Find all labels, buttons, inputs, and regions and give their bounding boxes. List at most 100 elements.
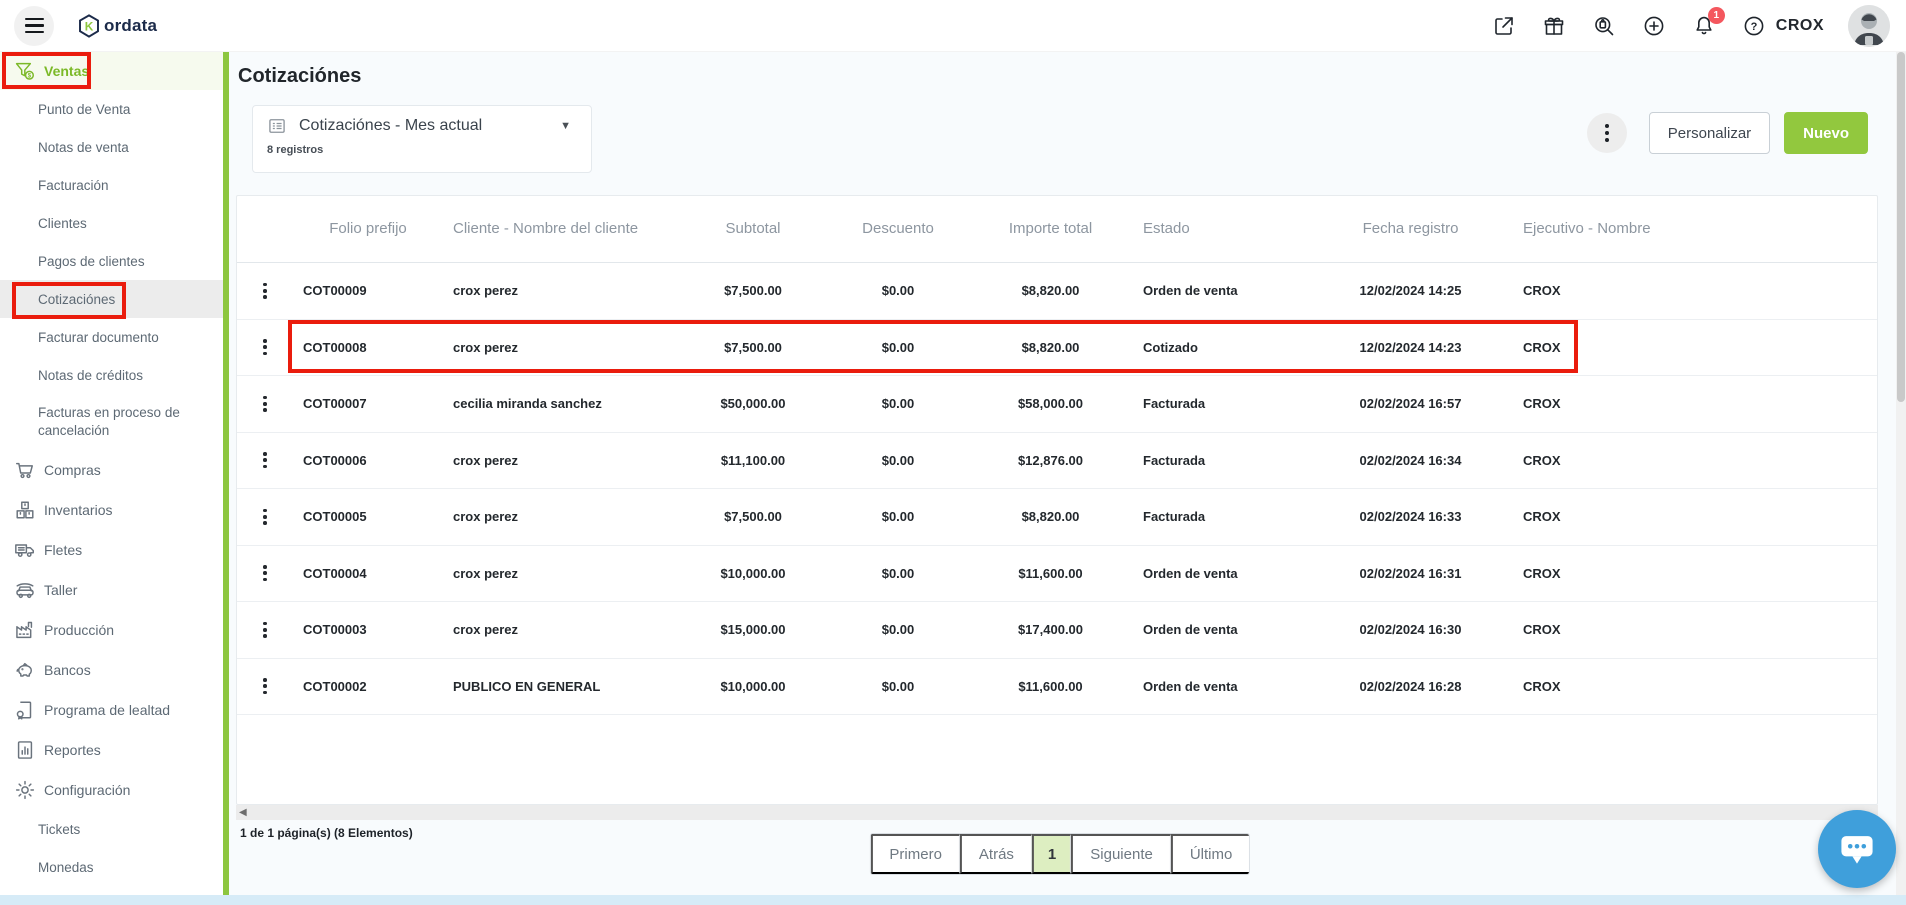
vertical-scrollbar[interactable]: [1896, 52, 1906, 895]
sidebar-item-punto-de-venta[interactable]: Punto de Venta: [0, 90, 223, 128]
sidebar-item-notas-de-creditos[interactable]: Notas de créditos: [0, 356, 223, 394]
cell-estado: Orden de venta: [1133, 679, 1308, 694]
table-row-cot00002[interactable]: COT00002PUBLICO EN GENERAL$10,000.00$0.0…: [237, 659, 1877, 716]
sidebar-item-facturas-en-proceso-de-cancelacion[interactable]: Facturas en proceso de cancelación: [0, 394, 223, 450]
avatar[interactable]: [1848, 5, 1890, 47]
column-header-folio-prefijo[interactable]: Folio prefijo: [293, 219, 443, 239]
chat-icon: [1835, 827, 1879, 871]
report-icon: [14, 739, 36, 761]
funnel-dollar-icon: $: [14, 60, 36, 82]
gear-icon: [14, 779, 36, 801]
sidebar-item-label: Inventarios: [44, 502, 112, 518]
sidebar-item-notas-de-venta[interactable]: Notas de venta: [0, 128, 223, 166]
column-header-fecha-registro[interactable]: Fecha registro: [1308, 219, 1513, 239]
table-row-cot00003[interactable]: COT00003crox perez$15,000.00$0.00$17,400…: [237, 602, 1877, 659]
row-actions-button[interactable]: [237, 678, 293, 694]
sidebar-item-programa-de-lealtad[interactable]: Programa de lealtad: [0, 690, 223, 730]
cell-folio: COT00008: [293, 340, 443, 355]
row-actions-button[interactable]: [237, 509, 293, 525]
row-actions-button[interactable]: [237, 565, 293, 581]
pagination-siguiente[interactable]: Siguiente: [1071, 834, 1171, 874]
help-icon[interactable]: ?: [1742, 14, 1766, 38]
cell-subtotal: $10,000.00: [678, 566, 828, 581]
table-row-cot00008[interactable]: COT00008crox perez$7,500.00$0.00$8,820.0…: [237, 320, 1877, 377]
sidebar-item-label: Facturar documento: [38, 330, 159, 345]
cell-ejecutivo: CROX: [1513, 679, 1877, 694]
cell-importe: $8,820.00: [968, 340, 1133, 355]
table-row-cot00007[interactable]: COT00007cecilia miranda sanchez$50,000.0…: [237, 376, 1877, 433]
scroll-left-arrow-icon[interactable]: ◀: [236, 807, 247, 818]
table-row-cot00006[interactable]: COT00006crox perez$11,100.00$0.00$12,876…: [237, 433, 1877, 490]
sidebar-item-facturar-documento[interactable]: Facturar documento: [0, 318, 223, 356]
horizontal-scrollbar[interactable]: ◀: [236, 805, 1878, 820]
menu-toggle-button[interactable]: [14, 6, 54, 46]
table-row-cot00009[interactable]: COT00009crox perez$7,500.00$0.00$8,820.0…: [237, 263, 1877, 320]
cell-cliente: crox perez: [443, 566, 678, 581]
piggy-icon: [14, 659, 36, 681]
sidebar-item-label: Clientes: [38, 216, 87, 231]
notifications-icon[interactable]: 1: [1692, 14, 1716, 38]
open-in-new-icon[interactable]: [1492, 14, 1516, 38]
table-header-row: Folio prefijoCliente - Nombre del client…: [237, 196, 1877, 263]
cell-descuento: $0.00: [828, 509, 968, 524]
more-options-button[interactable]: [1587, 113, 1627, 153]
truck-icon: [14, 539, 36, 561]
sidebar-item-label: Tickets: [38, 822, 80, 837]
sidebar-item-facturacion[interactable]: Facturación: [0, 166, 223, 204]
sidebar-item-pagos-de-clientes[interactable]: Pagos de clientes: [0, 242, 223, 280]
cell-importe: $8,820.00: [968, 509, 1133, 524]
sidebar-item-inventarios[interactable]: Inventarios: [0, 490, 223, 530]
row-actions-button[interactable]: [237, 452, 293, 468]
column-header-estado[interactable]: Estado: [1133, 219, 1308, 239]
sidebar-item-produccion[interactable]: Producción: [0, 610, 223, 650]
sidebar-item-label: Producción: [44, 622, 114, 638]
cell-cliente: crox perez: [443, 283, 678, 298]
gift-icon[interactable]: [1542, 14, 1566, 38]
brand-logo: K ordata: [76, 13, 157, 39]
sidebar-item-configuracion[interactable]: Configuración: [0, 770, 223, 810]
table-row-cot00004[interactable]: COT00004crox perez$10,000.00$0.00$11,600…: [237, 546, 1877, 603]
pagination-primero[interactable]: Primero: [870, 834, 960, 874]
sidebar-item-taller[interactable]: Taller: [0, 570, 223, 610]
sidebar-item-label: Monedas: [38, 860, 94, 875]
column-header-ejecutivo-nombre[interactable]: Ejecutivo - Nombre: [1513, 219, 1877, 239]
view-selector[interactable]: Cotizaciónes - Mes actual ▼ 8 registros: [252, 105, 592, 173]
cell-fecha: 02/02/2024 16:57: [1308, 396, 1513, 411]
column-header-descuento[interactable]: Descuento: [828, 219, 968, 239]
sidebar-item-ventas[interactable]: $Ventas: [0, 52, 223, 90]
cell-descuento: $0.00: [828, 679, 968, 694]
cell-fecha: 02/02/2024 16:28: [1308, 679, 1513, 694]
sidebar-item-compras[interactable]: Compras: [0, 450, 223, 490]
cell-importe: $8,820.00: [968, 283, 1133, 298]
add-circle-icon[interactable]: [1642, 14, 1666, 38]
sidebar-item-tickets[interactable]: Tickets: [0, 810, 223, 848]
sidebar-item-label: Fletes: [44, 542, 82, 558]
column-header-importe-total[interactable]: Importe total: [968, 219, 1133, 239]
pagination-ultimo[interactable]: Último: [1171, 834, 1250, 874]
sidebar-item-reportes[interactable]: Reportes: [0, 730, 223, 770]
row-actions-button[interactable]: [237, 622, 293, 638]
sidebar-item-monedas[interactable]: Monedas: [0, 848, 223, 886]
pagination-1[interactable]: 1: [1032, 834, 1071, 874]
cell-subtotal: $15,000.00: [678, 622, 828, 637]
sidebar-item-clientes[interactable]: Clientes: [0, 204, 223, 242]
row-actions-button[interactable]: [237, 396, 293, 412]
sidebar-item-fletes[interactable]: Fletes: [0, 530, 223, 570]
search-icon[interactable]: [1592, 14, 1616, 38]
cell-subtotal: $11,100.00: [678, 453, 828, 468]
cell-cliente: crox perez: [443, 453, 678, 468]
row-actions-button[interactable]: [237, 283, 293, 299]
sidebar-item-label: Punto de Venta: [38, 102, 130, 117]
personalize-button[interactable]: Personalizar: [1649, 112, 1770, 154]
chat-widget-button[interactable]: [1818, 810, 1896, 888]
car-icon: [14, 579, 36, 601]
column-header-subtotal[interactable]: Subtotal: [678, 219, 828, 239]
sidebar-item-bancos[interactable]: Bancos: [0, 650, 223, 690]
row-actions-button[interactable]: [237, 339, 293, 355]
sidebar-item-cotizaciones[interactable]: Cotizaciónes: [0, 280, 223, 318]
column-header-cliente-nombre-del-cliente[interactable]: Cliente - Nombre del cliente: [443, 219, 678, 239]
table-row-cot00005[interactable]: COT00005crox perez$7,500.00$0.00$8,820.0…: [237, 489, 1877, 546]
new-button[interactable]: Nuevo: [1784, 112, 1868, 154]
cell-cliente: crox perez: [443, 622, 678, 637]
pagination-atras[interactable]: Atrás: [960, 834, 1032, 874]
